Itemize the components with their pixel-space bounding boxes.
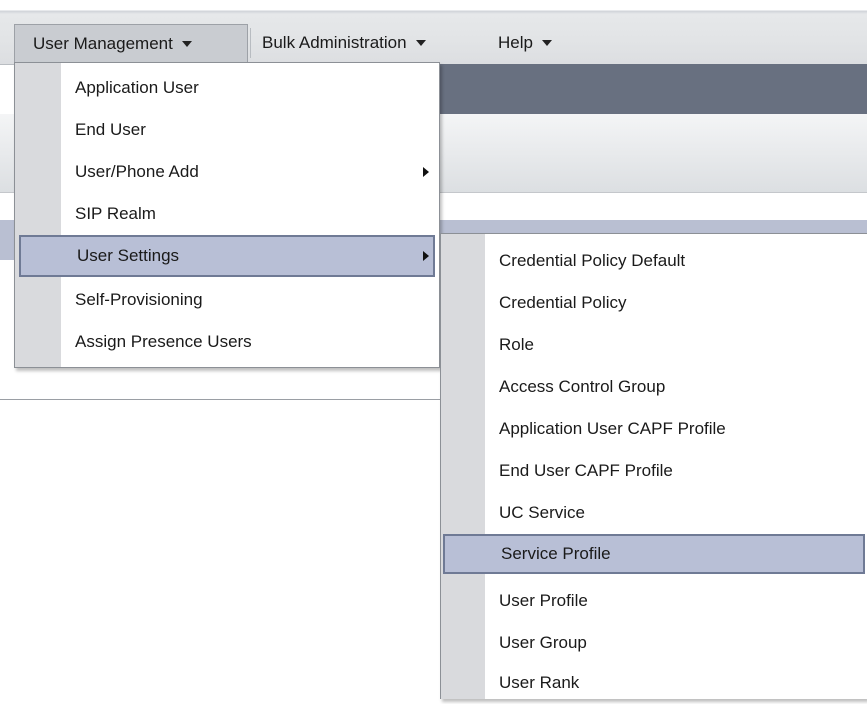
menu-item-label: SIP Realm [75, 204, 156, 223]
menu-help[interactable]: Help [490, 24, 578, 62]
menu-item-label: Assign Presence Users [75, 332, 252, 351]
menu-item-label: User Profile [499, 591, 588, 610]
menu-item-label: UC Service [499, 503, 585, 522]
menu-bulk-administration-label: Bulk Administration [262, 33, 407, 52]
menu-bulk-administration[interactable]: Bulk Administration [252, 24, 492, 62]
menu-item-user-profile[interactable]: User Profile [441, 580, 867, 622]
chevron-down-icon [415, 40, 426, 46]
menu-item-label: Self-Provisioning [75, 290, 203, 309]
chevron-right-icon [423, 251, 429, 261]
menu-item-label: User/Phone Add [75, 162, 199, 181]
menu-item-label: User Group [499, 633, 587, 652]
menu-item-assign-presence-users[interactable]: Assign Presence Users [15, 321, 439, 363]
user-settings-submenu: Credential Policy Default Credential Pol… [440, 233, 867, 699]
top-menu-bar: User Management Bulk Administration Help [0, 0, 867, 65]
menu-item-uc-service[interactable]: UC Service [441, 492, 867, 534]
user-management-dropdown: Application User End User User/Phone Add… [14, 62, 440, 368]
menu-item-user-group[interactable]: User Group [441, 622, 867, 664]
menu-item-application-user[interactable]: Application User [15, 67, 439, 109]
page-header-bar [440, 64, 867, 114]
menu-item-label: Application User [75, 78, 199, 97]
menu-item-label: End User [75, 120, 146, 139]
menu-item-role[interactable]: Role [441, 324, 867, 366]
menu-item-label: Access Control Group [499, 377, 666, 396]
menu-item-application-user-capf-profile[interactable]: Application User CAPF Profile [441, 408, 867, 450]
menu-item-label: User Settings [77, 246, 180, 265]
menu-item-self-provisioning[interactable]: Self-Provisioning [15, 279, 439, 321]
menu-item-label: Credential Policy [499, 293, 627, 312]
menu-item-access-control-group[interactable]: Access Control Group [441, 366, 867, 408]
menu-user-management-label: User Management [33, 33, 173, 53]
chevron-down-icon [181, 40, 192, 47]
menu-separator [250, 28, 251, 58]
menu-item-label: Service Profile [501, 544, 611, 563]
chevron-right-icon [423, 167, 429, 177]
menu-item-user-settings[interactable]: User Settings [19, 235, 435, 277]
menu-item-label: End User CAPF Profile [499, 461, 673, 480]
menu-item-user-rank[interactable]: User Rank [441, 662, 867, 704]
chevron-down-icon [541, 40, 552, 46]
menu-item-end-user[interactable]: End User [15, 109, 439, 151]
menu-item-label: User Rank [499, 673, 580, 692]
menu-item-end-user-capf-profile[interactable]: End User CAPF Profile [441, 450, 867, 492]
menu-item-label: Credential Policy Default [499, 251, 686, 270]
menu-item-sip-realm[interactable]: SIP Realm [15, 193, 439, 235]
menu-user-management[interactable]: User Management [14, 24, 248, 62]
menu-item-label: Role [499, 335, 534, 354]
menu-item-user-phone-add[interactable]: User/Phone Add [15, 151, 439, 193]
page-divider [0, 399, 440, 400]
menu-help-label: Help [498, 33, 533, 52]
menu-item-credential-policy-default[interactable]: Credential Policy Default [441, 240, 867, 282]
menu-item-credential-policy[interactable]: Credential Policy [441, 282, 867, 324]
menu-item-label: Application User CAPF Profile [499, 419, 726, 438]
menu-item-service-profile[interactable]: Service Profile [443, 534, 865, 574]
